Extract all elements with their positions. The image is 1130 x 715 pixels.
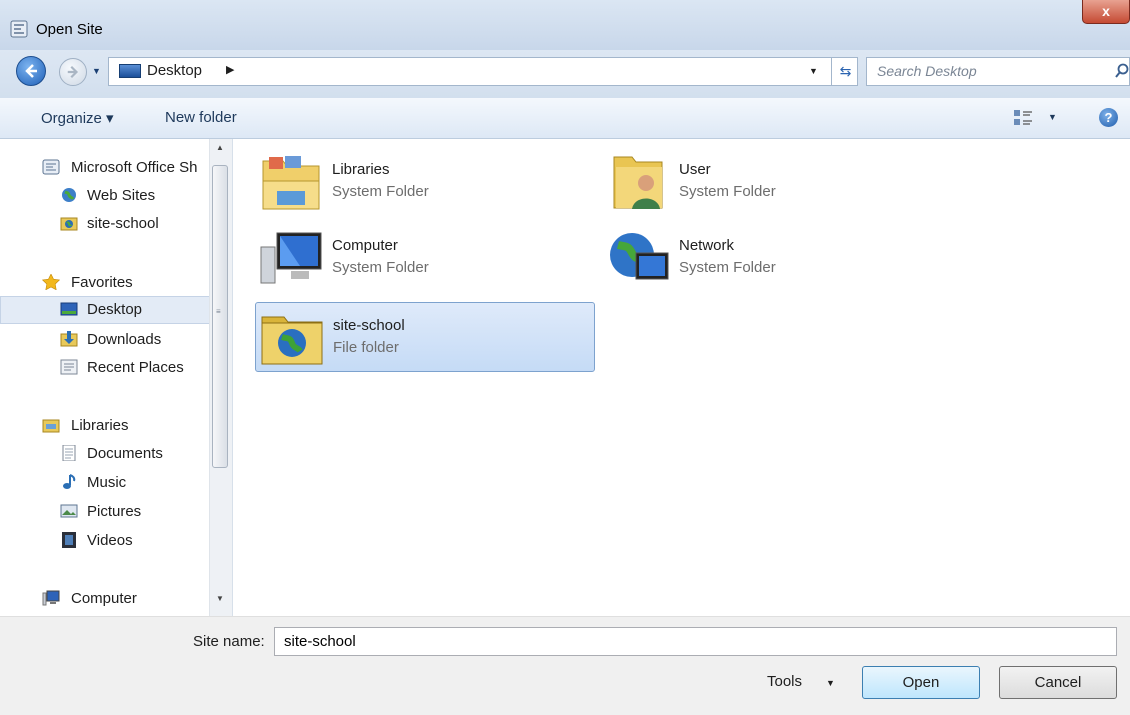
- nav-item-desktop[interactable]: Desktop: [0, 296, 210, 324]
- web-folder-icon: [261, 316, 323, 365]
- nav-item-documents[interactable]: Documents: [0, 440, 210, 468]
- user-folder-icon: [613, 156, 663, 209]
- address-row: ▼ Desktop ▶ ▼ ⇆ Search Desktop: [0, 50, 1130, 98]
- item-libraries[interactable]: Libraries System Folder: [255, 147, 595, 217]
- address-bar[interactable]: Desktop ▶ ▼ ⇆: [108, 57, 858, 86]
- item-computer[interactable]: Computer System Folder: [255, 223, 595, 293]
- item-type: System Folder: [679, 259, 776, 276]
- item-user[interactable]: User System Folder: [602, 147, 942, 217]
- nav-item-label: Recent Places: [87, 359, 184, 376]
- videos-icon: [62, 532, 76, 548]
- item-type: System Folder: [679, 183, 776, 200]
- open-button[interactable]: Open: [862, 666, 980, 699]
- nav-item-label: Computer: [71, 590, 137, 607]
- scroll-up-icon[interactable]: ▲: [216, 143, 224, 152]
- documents-icon: [62, 445, 76, 461]
- nav-item-site-school[interactable]: site-school: [0, 210, 210, 238]
- cancel-button[interactable]: Cancel: [999, 666, 1117, 699]
- forward-button[interactable]: [59, 58, 87, 86]
- libraries-icon: [42, 419, 60, 433]
- site-name-label: Site name:: [193, 633, 265, 650]
- nav-item-label: site-school: [87, 215, 159, 232]
- recent-pages-dropdown[interactable]: ▼: [92, 66, 101, 76]
- address-location[interactable]: Desktop: [147, 62, 202, 79]
- nav-item-label: Microsoft Office Sh: [71, 159, 198, 176]
- site-name-input[interactable]: [274, 627, 1117, 656]
- network-icon: [610, 233, 669, 280]
- nav-item-label: Desktop: [87, 301, 143, 318]
- office-server-icon: [42, 159, 60, 175]
- recent-places-icon: [60, 359, 78, 375]
- scroll-thumb[interactable]: ≡: [212, 165, 228, 468]
- tools-dropdown-icon[interactable]: ▼: [826, 678, 835, 688]
- search-placeholder: Search Desktop: [877, 63, 977, 79]
- globe-icon: [62, 188, 76, 202]
- nav-item-label: Music: [87, 474, 127, 491]
- nav-item-office-sites[interactable]: Microsoft Office Sh: [0, 154, 210, 182]
- nav-item-web-sites[interactable]: Web Sites: [0, 182, 210, 210]
- nav-item-label: Favorites: [71, 274, 133, 291]
- office-site-icon: [10, 20, 28, 38]
- nav-item-videos[interactable]: Videos: [0, 527, 210, 555]
- desktop-icon: [60, 302, 78, 316]
- computer-icon: [42, 590, 60, 606]
- nav-item-label: Web Sites: [87, 187, 156, 204]
- scroll-grip-icon: ≡: [216, 307, 221, 316]
- dialog-footer: Site name: Tools ▼ Open Cancel: [0, 616, 1130, 715]
- window-title: Open Site: [36, 21, 103, 38]
- item-name: Network: [679, 237, 735, 254]
- computer-icon: [260, 232, 322, 284]
- forward-arrow-icon: [67, 65, 79, 79]
- web-folder-icon: [60, 217, 78, 231]
- nav-item-libraries[interactable]: Libraries: [0, 412, 210, 440]
- nav-scrollbar[interactable]: ▲ ≡ ▼: [209, 139, 232, 616]
- address-dropdown-icon[interactable]: ▼: [809, 66, 818, 76]
- nav-item-music[interactable]: Music: [0, 469, 210, 497]
- help-icon[interactable]: ?: [1099, 108, 1118, 127]
- navigation-pane: Microsoft Office Sh Web Sites site-schoo…: [0, 139, 233, 616]
- nav-item-label: Videos: [87, 532, 133, 549]
- nav-item-favorites[interactable]: Favorites: [0, 269, 210, 297]
- new-folder-button[interactable]: New folder: [165, 109, 237, 126]
- star-icon: [42, 274, 60, 290]
- view-dropdown-icon[interactable]: ▼: [1048, 112, 1057, 122]
- libraries-folder-icon: [262, 156, 320, 210]
- view-options-icon[interactable]: [1012, 108, 1034, 128]
- nav-item-label: Pictures: [87, 503, 142, 520]
- item-type: System Folder: [332, 183, 429, 200]
- music-icon: [63, 474, 76, 489]
- item-network[interactable]: Network System Folder: [602, 223, 942, 293]
- item-type: File folder: [333, 339, 399, 356]
- desktop-icon: [119, 64, 141, 78]
- downloads-icon: [60, 331, 78, 347]
- item-name: Computer: [332, 237, 398, 254]
- item-name: User: [679, 161, 711, 178]
- nav-item-recent-places[interactable]: Recent Places: [0, 354, 210, 382]
- title-bar: Open Site x: [0, 0, 1130, 50]
- search-input[interactable]: Search Desktop: [866, 57, 1130, 86]
- organize-button[interactable]: Organize ▾: [41, 109, 114, 127]
- nav-item-label: Downloads: [87, 331, 162, 348]
- nav-item-label: Libraries: [71, 417, 129, 434]
- nav-item-label: Documents: [87, 445, 163, 462]
- tools-button[interactable]: Tools: [767, 673, 802, 690]
- breadcrumb-arrow-icon[interactable]: ▶: [226, 63, 234, 76]
- back-button[interactable]: [16, 56, 46, 86]
- pictures-icon: [60, 504, 78, 518]
- item-type: System Folder: [332, 259, 429, 276]
- back-arrow-icon: [25, 64, 37, 78]
- close-button[interactable]: x: [1082, 0, 1130, 24]
- nav-item-computer[interactable]: Computer: [0, 585, 210, 613]
- command-toolbar: Organize ▾ New folder ▼ ?: [0, 98, 1130, 139]
- nav-item-downloads[interactable]: Downloads: [0, 326, 210, 354]
- item-name: Libraries: [332, 161, 390, 178]
- item-site-school[interactable]: site-school File folder: [255, 302, 595, 372]
- search-icon: [1115, 63, 1129, 78]
- item-name: site-school: [333, 317, 405, 334]
- scroll-down-icon[interactable]: ▼: [216, 594, 224, 603]
- nav-item-pictures[interactable]: Pictures: [0, 498, 210, 526]
- file-list: Libraries System Folder User System Fold…: [233, 139, 1130, 616]
- refresh-button[interactable]: ⇆: [831, 58, 859, 85]
